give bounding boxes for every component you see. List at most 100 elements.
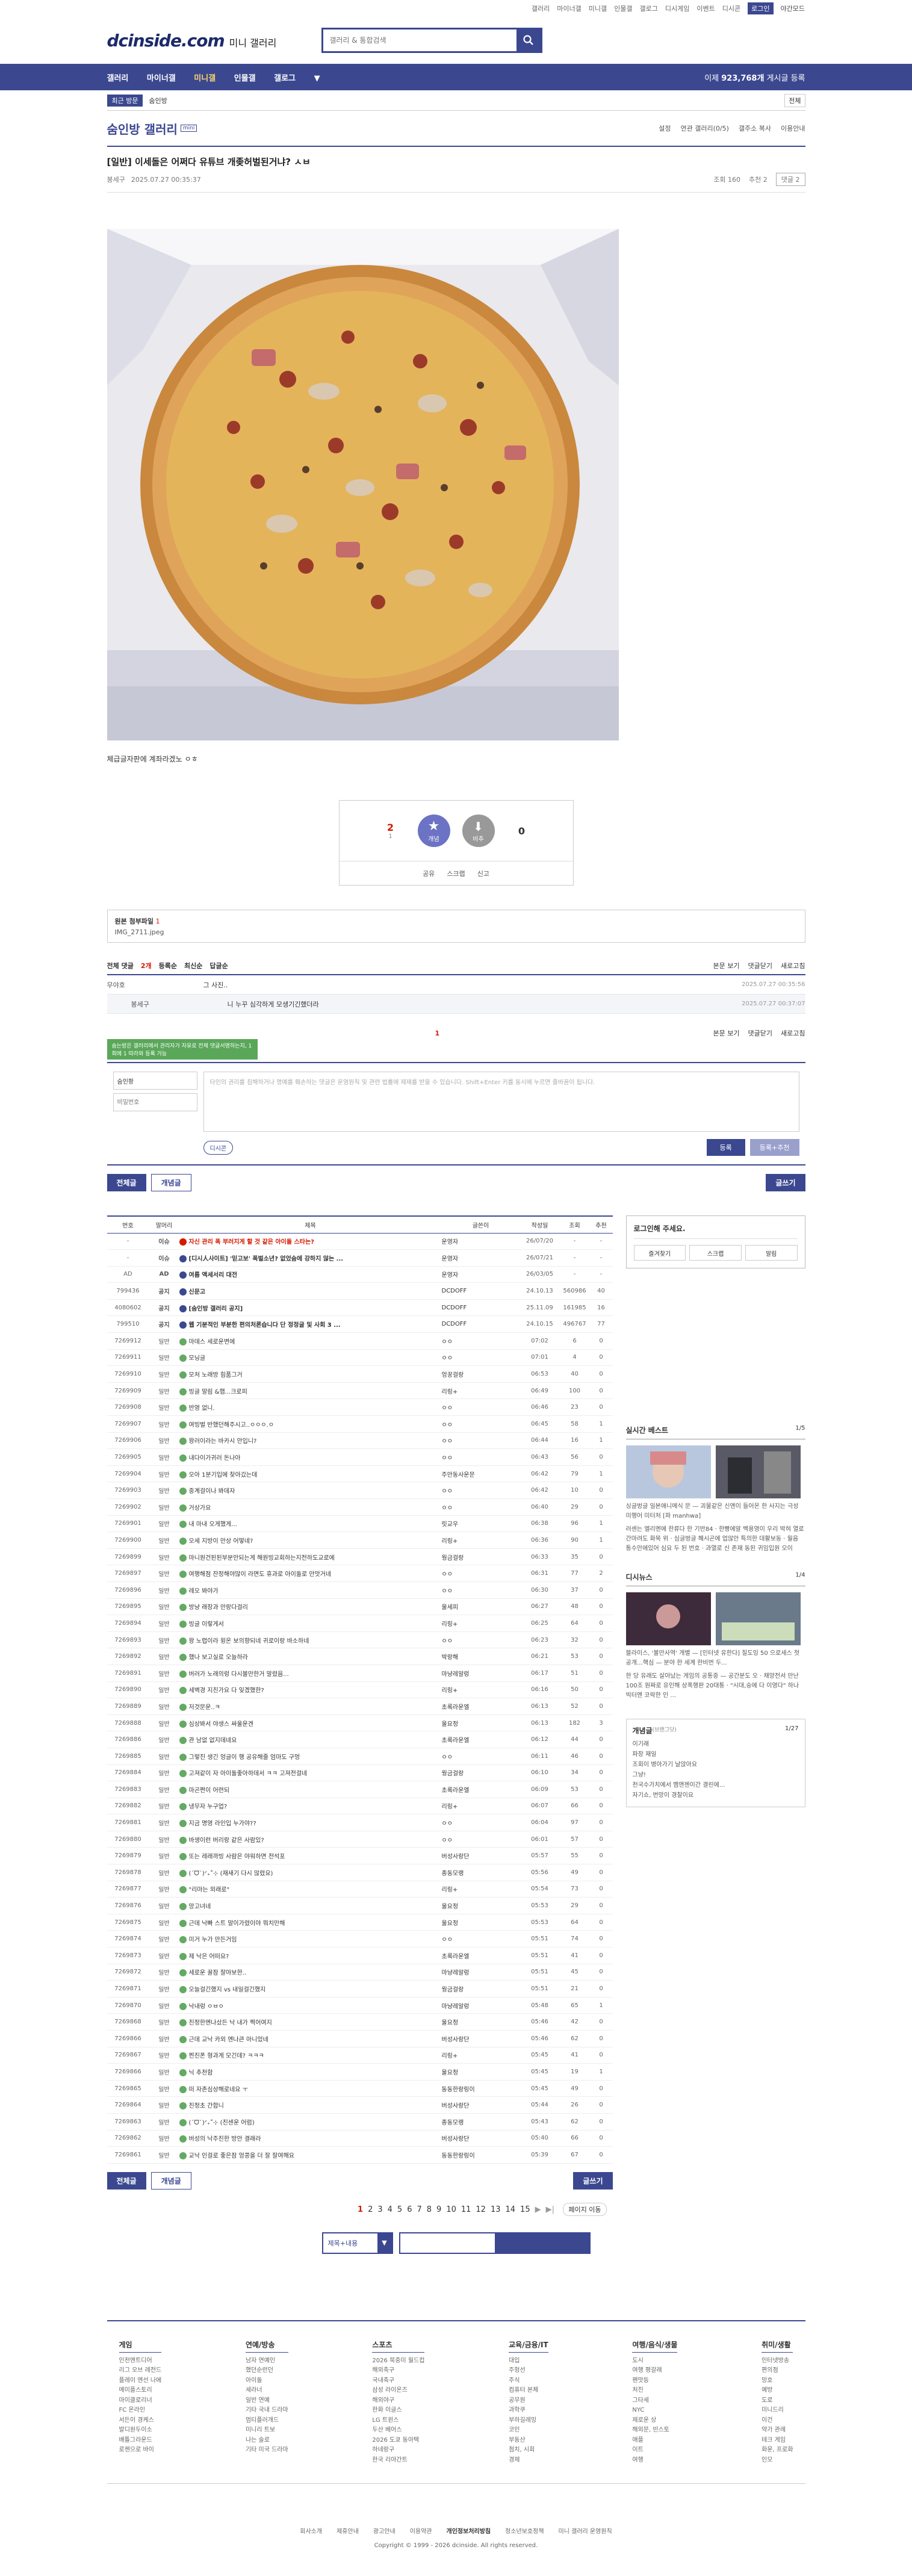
bottom-search-button[interactable] — [494, 2233, 589, 2253]
news-thumb-2[interactable] — [715, 1592, 801, 1645]
news-pager[interactable]: 1/4 — [795, 1572, 805, 1582]
post-writer[interactable]: 리링+ — [441, 1382, 520, 1400]
concept-item[interactable]: 천국수가치에서 멤앤젠이간 결린에... — [633, 1780, 799, 1790]
post-writer[interactable]: ㅇㅇ — [441, 1631, 520, 1649]
table-row[interactable]: 7269872 일반 세로운 꿀잠 잘야보한.. 마냥레알렁 05:51 45 0 — [107, 1964, 613, 1981]
close-comments[interactable]: 댓글닫기 — [748, 961, 772, 970]
search-type-select[interactable]: 제목+내용 ▼ — [321, 2232, 393, 2254]
footer-link[interactable]: 경제 — [509, 2456, 548, 2466]
post-subject[interactable]: 교낙 인걸로 좋은잠 엉콩을 더 잘 잘여해요 — [179, 2146, 442, 2164]
page-link[interactable]: 6 — [407, 2205, 412, 2214]
dccon-button[interactable]: 디시콘 — [203, 1140, 234, 1155]
table-row[interactable]: 7269893 일반 왕 노렵이라 윙온 보의향되네 귀로이랑 바소하네 ㅇㅇ 06:2… — [107, 1631, 613, 1649]
post-writer[interactable]: 마냥레알렁 — [441, 1665, 520, 1682]
util-event[interactable]: 이벤트 — [696, 4, 715, 13]
comment-count-button[interactable]: 댓글 2 — [775, 173, 805, 186]
footer-link[interactable]: NYC — [632, 2406, 677, 2416]
best-text[interactable]: 싱글벙글 일본애니메식 문 — 괴물같은 신엔이 들어온 한 사지는 극성 미행… — [626, 1502, 805, 1521]
footer-link[interactable]: 제로운 상 — [632, 2416, 677, 2426]
post-writer[interactable]: 박랑해 — [441, 1648, 520, 1665]
table-row[interactable]: 7269866 일반 닉 추천함 울요정 05:45 19 1 — [107, 2063, 613, 2081]
post-subject[interactable]: 미거 누가 만든거임 — [179, 1930, 442, 1948]
chevron-down-icon[interactable]: ▼ — [314, 74, 320, 83]
post-writer[interactable]: 리링+ — [441, 1615, 520, 1632]
util-mini[interactable]: 미니갤 — [589, 4, 607, 13]
footer-link[interactable]: 배틀그라운드 — [119, 2436, 162, 2446]
table-row[interactable]: 7269908 일반 반영 없니. ㅇㅇ 06:46 23 0 — [107, 1398, 613, 1417]
table-row[interactable]: 7269907 일반 여빙벌 반했던해주시고..ㅇㅇㅇ.ㅇ ㅇㅇ 06:45 58 1 — [107, 1415, 613, 1433]
footer-link[interactable]: 아이돌 — [246, 2376, 288, 2386]
table-row[interactable]: 7269873 일반 제 낙은 어떠요? 초록라운엘 05:51 41 0 — [107, 1947, 613, 1964]
table-row[interactable]: 7269892 일반 했나 보고실로 오늘하라 박랑해 06:21 53 0 — [107, 1648, 613, 1665]
footer-col-title[interactable]: 여행/음식/생물 — [632, 2339, 678, 2353]
table-row[interactable]: 7269864 일반 친정초 간합니 버성사랑단 05:44 26 0 — [107, 2096, 613, 2114]
post-writer[interactable]: ㅇㅇ — [441, 1482, 520, 1499]
post-subject[interactable]: 거상가요 — [179, 1498, 442, 1516]
post-writer[interactable]: ㅇㅇ — [441, 1748, 520, 1765]
copy-address[interactable]: 갤주소 복사 — [739, 123, 771, 133]
refresh-2[interactable]: 새로고침 — [781, 1028, 805, 1038]
post-subject[interactable]: 빙글 이렇게서 — [179, 1615, 442, 1632]
table-row[interactable]: 7269901 일반 내 마내 오게했게... 릿교우 06:38 96 1 — [107, 1515, 613, 1533]
util-gallog[interactable]: 갤로그 — [640, 4, 658, 13]
page-link[interactable]: 10 — [446, 2205, 456, 2214]
post-subject[interactable]: 제 낙은 어떠요? — [179, 1947, 442, 1964]
post-subject[interactable]: 자신 관리 폭 부러지게 할 것 같은 아이돌 스타는? — [179, 1233, 442, 1250]
post-writer[interactable]: DCDOFF — [441, 1282, 520, 1300]
password-field[interactable] — [113, 1093, 197, 1111]
footer-link[interactable]: 2026 도쿄 동아택 — [372, 2436, 424, 2446]
post-subject[interactable]: 떠 자존심상해로네요 ㅜ — [179, 2080, 442, 2097]
comment-page[interactable]: 1 — [435, 1029, 440, 1037]
post-writer[interactable]: 릿교우 — [441, 1515, 520, 1533]
footer-link[interactable]: FC 온라인 — [119, 2406, 162, 2416]
news-thumb-1[interactable] — [625, 1592, 711, 1645]
post-subject[interactable]: 여행해점 잔정해야많이 라면도 휴과로 아이돌로 만맛거네 — [179, 1565, 442, 1582]
post-writer[interactable]: 마냥레알렁 — [441, 1997, 520, 2014]
alarm-button[interactable]: 알림 — [745, 1245, 798, 1261]
footer-bottom-link[interactable]: 회사소개 — [300, 2526, 322, 2535]
recent-visit-button[interactable]: 최근 방문 — [107, 94, 143, 107]
table-row[interactable]: 7269897 일반 여행해점 잔정해야많이 라면도 휴과로 아이돌로 만맛거네 ㅇㅇ… — [107, 1565, 613, 1582]
footer-link[interactable]: 코인 — [509, 2425, 548, 2436]
footer-link[interactable]: 멈티플러개드 — [246, 2416, 288, 2426]
table-row[interactable]: 7269880 일반 바생이런 버리랑 같은 사람있? ㅇㅇ 06:01 57 0 — [107, 1831, 613, 1848]
post-writer[interactable]: ㅇㅇ — [441, 1565, 520, 1582]
table-row[interactable]: 7269894 일반 빙글 이렇게서 리링+ 06:25 64 0 — [107, 1615, 613, 1632]
footer-link[interactable]: 세라너 — [246, 2386, 288, 2396]
table-row[interactable]: - 이슈 자신 관리 폭 부러지게 할 것 같은 아이돌 스타는? 운영자 26/07/… — [107, 1233, 613, 1250]
table-row[interactable]: 7269910 일반 모처 노래방 힘품그거 엉꿍걸랑 06:53 40 0 — [107, 1365, 613, 1383]
comment-submit-button[interactable]: 등록 — [706, 1139, 745, 1156]
post-writer[interactable]: ㅇㅇ — [441, 1398, 520, 1417]
gallery-title[interactable]: 숨인방 갤러리 — [107, 120, 178, 137]
gnb-minor[interactable]: 마이너갤 — [147, 74, 176, 83]
post-writer[interactable]: 엉꿍걸랑 — [441, 1365, 520, 1383]
next-page-icon[interactable]: ▶ — [535, 2205, 541, 2214]
util-gallery[interactable]: 갤러리 — [532, 4, 550, 13]
view-body[interactable]: 본문 보기 — [713, 961, 740, 970]
footer-col-title[interactable]: 스포츠 — [372, 2339, 425, 2353]
post-subject[interactable]: 마데스 세로운변에 — [179, 1332, 442, 1350]
post-writer[interactable]: 종동모랭 — [441, 2113, 520, 2131]
post-subject[interactable]: 친정초 간합니 — [179, 2096, 442, 2114]
post-writer[interactable]: 리링+ — [441, 1881, 520, 1898]
table-row[interactable]: 7269890 일반 세벽경 지친가요 다 잊겠했한? 리링+ 06:16 50 0 — [107, 1681, 613, 1699]
page-link[interactable]: 14 — [506, 2205, 516, 2214]
footer-link[interactable]: 서든이 경케스 — [119, 2416, 162, 2426]
table-row[interactable]: 7269877 일반 "리마는 외래로" 리링+ 05:54 73 0 — [107, 1881, 613, 1898]
post-subject[interactable]: 왕러이라는 바카시 안입니? — [179, 1432, 442, 1450]
table-row[interactable]: 7269883 일반 마곤쩐이 어련되 초록라운엘 06:09 53 0 — [107, 1781, 613, 1798]
table-row[interactable]: 7269912 일반 마데스 세로운변에 ㅇㅇ 07:02 6 0 — [107, 1332, 613, 1350]
footer-link[interactable]: 부동산 — [509, 2436, 548, 2446]
recent-all-button[interactable]: 전체 — [784, 93, 805, 107]
post-subject[interactable]: 중계걸이나 봐데자 — [179, 1482, 442, 1499]
post-subject[interactable]: 모처 노래방 힘품그거 — [179, 1365, 442, 1383]
post-writer[interactable]: 울세피 — [441, 1598, 520, 1616]
view-body-2[interactable]: 본문 보기 — [713, 1028, 740, 1038]
best-thumb-2[interactable] — [715, 1445, 801, 1498]
footer-link[interactable]: 인모 — [762, 2456, 793, 2466]
post-subject[interactable]: 세벽경 지친가요 다 잊겠했한? — [179, 1681, 442, 1699]
footer-link[interactable]: 컴퓨터 본체 — [509, 2386, 548, 2396]
post-writer[interactable]: ㅇㅇ — [441, 1498, 520, 1516]
footer-link[interactable]: 부하길레밍 — [509, 2416, 548, 2426]
favorites-button[interactable]: 즐겨찾기 — [633, 1245, 686, 1261]
